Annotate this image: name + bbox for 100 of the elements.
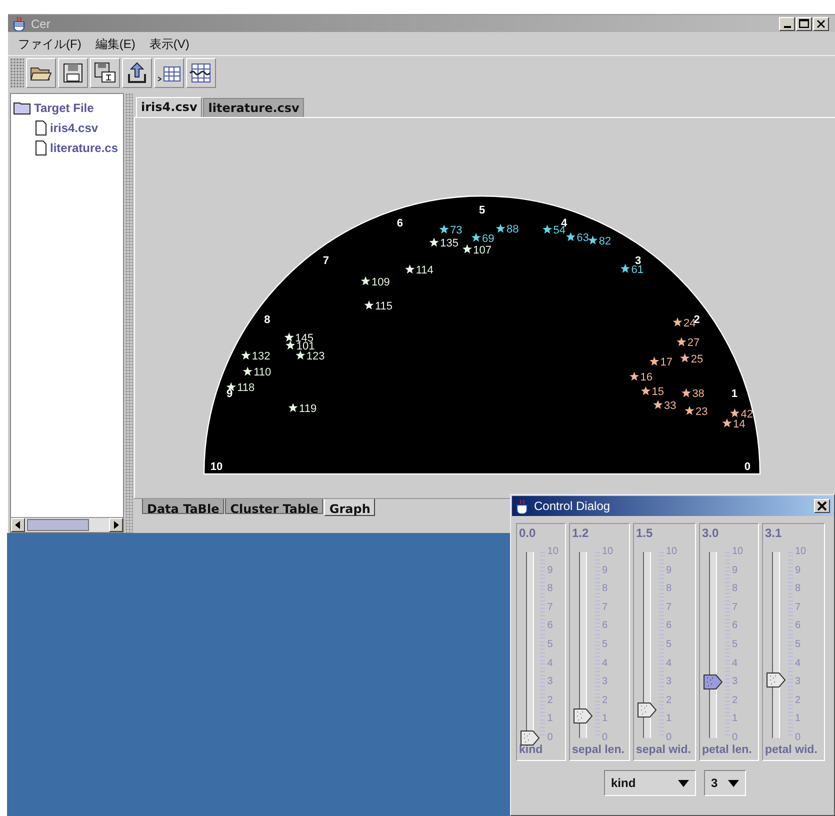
file-tab[interactable]: iris4.csv [136,97,202,117]
dropdown[interactable]: kind [604,770,696,796]
maximize-icon [799,19,809,28]
point-label: 123 [306,350,325,363]
window-title: Cer [31,16,50,30]
close-icon [817,501,827,511]
scale-label: 0 [602,733,608,743]
arc-label: 0 [744,461,751,473]
arc-label: 9 [226,388,233,400]
left-arrow-icon [14,521,22,529]
arc-label: 6 [396,218,404,230]
scale-label: 5 [547,640,553,650]
save-button[interactable] [58,58,88,88]
point-label: 42 [740,408,753,420]
slider-thumb[interactable] [637,702,657,718]
scale-label: 6 [666,621,672,632]
insert-table-button[interactable] [154,58,184,88]
scale-label: 5 [666,640,672,650]
table-wave-icon [189,61,213,85]
scale-label: 10 [547,547,558,557]
scale-label: 0 [666,733,672,743]
view-tab[interactable]: Data TaBle [142,499,224,514]
caret-icon [678,780,689,786]
tree-item[interactable]: Target File [34,101,94,115]
slider-thumb[interactable] [703,674,723,690]
menu-item[interactable]: 表示(V) [143,34,196,54]
horizontal-scrollbar[interactable] [11,517,122,532]
arc-label: 5 [478,204,486,216]
slider-label: sepal wid. [636,744,692,756]
scale-label: 6 [602,621,608,632]
slider-label: kind [519,744,544,756]
scale-label: 9 [795,566,801,576]
open-button[interactable] [26,58,56,88]
scale-label: 7 [795,602,801,613]
scale-label: 6 [795,621,801,632]
arc-label: 8 [264,314,270,326]
point-label: 54 [553,224,566,237]
table-button[interactable] [186,58,216,88]
slider-thumb[interactable] [573,708,593,724]
point-label: 119 [299,402,317,415]
scale-label: 0 [795,733,801,743]
point-label: 63 [576,232,589,244]
slider-thumb[interactable] [520,730,540,746]
close-icon [817,20,825,28]
scale-label: 3 [666,677,672,688]
scale-label: 10 [666,547,678,557]
floppy-document-icon [93,61,117,85]
view-tab[interactable]: Graph [324,499,376,516]
caret-icon [728,780,739,786]
maximize-button[interactable] [796,16,812,30]
scale-label: 6 [547,621,553,632]
scale-label: 1 [666,714,672,724]
point-label: 38 [692,388,704,400]
slider-value: 3.1 [765,526,783,542]
scale-label: 10 [795,547,806,557]
scale-label: 2 [547,696,553,706]
point-label: 16 [640,372,653,384]
dropdown[interactable]: 3 [704,770,746,796]
tree-item[interactable]: iris4.csv [50,121,98,135]
menu-item[interactable]: ファイル(F) [12,34,88,54]
scale-label: 2 [666,696,672,706]
minimize-icon [784,26,790,28]
slider-value: 1.2 [572,526,590,542]
point-label: 73 [450,224,462,236]
scale-label: 2 [795,696,801,706]
menu-item[interactable]: 編集(E) [89,34,142,54]
point-label: 14 [733,418,746,430]
scale-label: 4 [732,658,738,669]
point-label: 25 [690,353,704,366]
point-label: 27 [687,337,700,350]
view-tab[interactable]: Cluster Table [225,499,324,514]
splitter-handle[interactable] [124,93,133,533]
save-as-button[interactable] [90,58,120,88]
point-label: 82 [598,235,612,248]
minimize-button[interactable] [779,16,795,30]
scale-label: 1 [602,714,608,724]
scale-label: 2 [732,696,738,706]
toolbar-grip[interactable] [10,58,24,88]
point-label: 88 [506,224,519,236]
scale-label: 7 [732,602,738,613]
point-label: 110 [254,366,272,379]
close-button[interactable] [813,16,829,30]
tree-item[interactable]: literature.cs [50,141,118,155]
slider-thumb[interactable] [766,672,786,688]
arc-label: 1 [731,388,738,400]
close-button[interactable] [814,499,830,513]
scale-label: 9 [602,566,608,576]
slider-label: sepal len. [572,744,626,756]
scale-label: 5 [795,640,801,650]
scale-label: 9 [666,566,672,576]
point-label: 118 [237,382,255,394]
scale-label: 4 [795,658,801,669]
scale-label: 1 [732,714,738,724]
file-tab[interactable]: literature.csv [203,98,304,117]
export-button[interactable] [122,58,152,88]
scale-label: 3 [732,677,738,688]
scale-label: 7 [547,602,553,613]
scale-label: 8 [602,584,608,594]
point-label: 115 [375,300,393,312]
slider-value: 3.0 [702,526,720,542]
